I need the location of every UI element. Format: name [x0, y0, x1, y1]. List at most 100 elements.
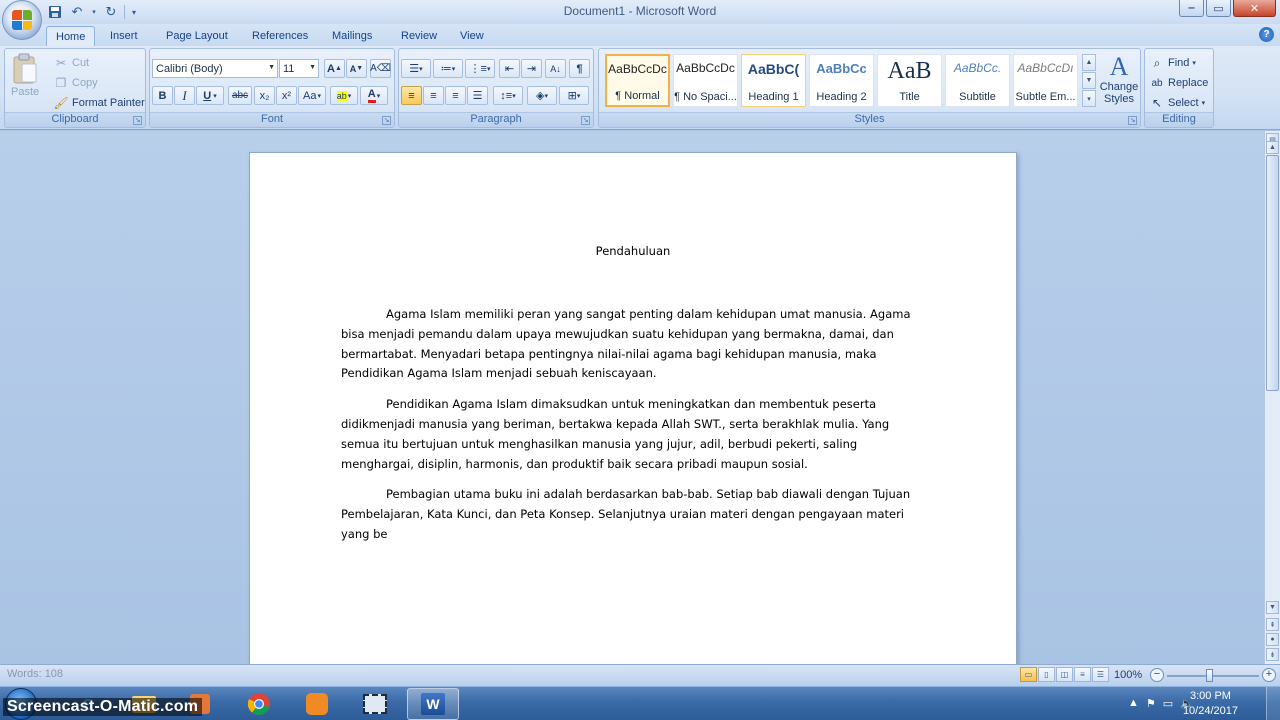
tab-review[interactable]: Review [392, 26, 446, 46]
gallery-more-icon[interactable]: ▾ [1082, 90, 1096, 107]
show-desktop-button[interactable] [1266, 687, 1280, 720]
office-button[interactable] [2, 0, 42, 40]
zoom-out-icon[interactable]: − [1150, 668, 1164, 682]
superscript-button[interactable]: x² [276, 86, 297, 105]
line-spacing-button[interactable]: ↕≡ ▾ [493, 86, 523, 105]
grow-font-button[interactable]: A ▲ [324, 59, 345, 78]
maximize-button[interactable]: ▭ [1206, 0, 1231, 17]
close-button[interactable]: ✕ [1233, 0, 1276, 17]
find-button[interactable]: ⌕ Find ▾ [1149, 55, 1196, 71]
font-color-button[interactable]: A ▾ [360, 86, 388, 105]
shading-button[interactable]: ◈ ▾ [527, 86, 557, 105]
minimize-button[interactable]: ‒ [1179, 0, 1204, 17]
paste-label: Paste [11, 86, 40, 98]
multilevel-list-button[interactable]: ⋮≡ ▾ [465, 59, 495, 78]
change-styles-button[interactable]: A Change Styles [1099, 53, 1139, 106]
align-right-button[interactable]: ≡ [445, 86, 466, 105]
zoom-level[interactable]: 100% [1114, 669, 1142, 681]
paste-button[interactable]: Paste [11, 53, 39, 98]
show-hide-button[interactable]: ¶ [569, 59, 590, 78]
scissors-icon: ✂ [55, 56, 67, 70]
bold-button[interactable]: B [152, 86, 173, 105]
gallery-down-icon[interactable]: ▼ [1082, 72, 1096, 89]
copy-button[interactable]: ❐ Copy [53, 75, 98, 91]
style-no-spacing[interactable]: AaBbCcDc ¶ No Spaci... [673, 54, 738, 107]
network-icon[interactable]: ▭ [1163, 697, 1173, 710]
font-group: Calibri (Body) ▼ 11 ▼ A ▲ A ▼ A⌫ B I U ▾ ab… [149, 48, 395, 128]
clear-formatting-button[interactable]: A⌫ [370, 59, 391, 78]
change-case-button[interactable]: Aa ▾ [298, 86, 326, 105]
draft-icon[interactable]: ☰ [1092, 667, 1109, 682]
taskbar-clock[interactable]: 3:00 PM 10/24/2017 [1183, 689, 1238, 719]
paragraph-dialog-launcher-icon[interactable]: ↘ [581, 116, 590, 125]
decrease-indent-button[interactable]: ⇤ [499, 59, 520, 78]
vertical-scrollbar[interactable]: ▤ ▲ ▼ ⇞ ● ⇟ [1264, 131, 1280, 664]
justify-button[interactable]: ☰ [467, 86, 488, 105]
tab-references[interactable]: References [243, 26, 317, 46]
zoom-slider-thumb[interactable] [1206, 669, 1214, 682]
underline-button[interactable]: U ▾ [196, 86, 224, 105]
snipping-tool-taskbar-icon[interactable] [349, 688, 401, 720]
align-center-button[interactable]: ≡ [423, 86, 444, 105]
style-normal[interactable]: AaBbCcDc ¶ Normal [605, 54, 670, 107]
next-page-icon[interactable]: ⇟ [1266, 648, 1279, 661]
styles-dialog-launcher-icon[interactable]: ↘ [1128, 116, 1137, 125]
style-title[interactable]: AaB Title [877, 54, 942, 107]
full-screen-reading-icon[interactable]: ▯ [1038, 667, 1055, 682]
sort-button[interactable]: A↓ [545, 59, 566, 78]
style-heading-1[interactable]: AaBbC( Heading 1 [741, 54, 806, 107]
font-size-combo[interactable]: 11 ▼ [279, 59, 319, 78]
strikethrough-button[interactable]: abc [228, 86, 252, 105]
tab-insert[interactable]: Insert [101, 26, 147, 46]
scrollbar-thumb[interactable] [1266, 155, 1279, 391]
change-styles-label: Change Styles [1099, 81, 1139, 105]
web-layout-icon[interactable]: ◫ [1056, 667, 1073, 682]
align-left-button[interactable]: ≡ [401, 86, 422, 105]
word-taskbar-icon[interactable]: W [407, 688, 459, 720]
document-body[interactable]: Agama Islam memiliki peran yang sangat p… [341, 305, 931, 556]
increase-indent-button[interactable]: ⇥ [521, 59, 542, 78]
subscript-button[interactable]: x₂ [254, 86, 275, 105]
font-name-combo[interactable]: Calibri (Body) ▼ [152, 59, 278, 78]
align-left-icon: ≡ [408, 89, 415, 102]
shrink-font-button[interactable]: A ▼ [346, 59, 367, 78]
borders-button[interactable]: ⊞ ▾ [559, 86, 589, 105]
document-heading[interactable]: Pendahuluan [250, 244, 1016, 258]
outline-icon[interactable]: ≡ [1074, 667, 1091, 682]
font-dialog-launcher-icon[interactable]: ↘ [382, 116, 391, 125]
document-page[interactable]: Pendahuluan Agama Islam memiliki peran y… [249, 152, 1017, 664]
previous-page-icon[interactable]: ⇞ [1266, 618, 1279, 631]
chrome-taskbar-icon[interactable] [233, 688, 285, 720]
tab-view[interactable]: View [451, 26, 493, 46]
clipboard-dialog-launcher-icon[interactable]: ↘ [133, 116, 142, 125]
highlight-button[interactable]: ab ▾ [330, 86, 358, 105]
italic-button[interactable]: I [174, 86, 195, 105]
style-name: Title [899, 91, 920, 103]
uc-browser-taskbar-icon[interactable] [291, 688, 343, 720]
style-heading-2[interactable]: AaBbCc Heading 2 [809, 54, 874, 107]
numbering-button[interactable]: ≔ ▾ [433, 59, 463, 78]
print-layout-icon[interactable]: ▭ [1020, 667, 1037, 682]
select-browse-object-icon[interactable]: ● [1266, 633, 1279, 646]
show-hidden-icons-icon[interactable]: ▲ [1128, 697, 1139, 710]
tab-home[interactable]: Home [46, 26, 96, 46]
document-paragraph[interactable]: Pendidikan Agama Islam dimaksudkan untuk… [341, 395, 931, 474]
tab-mailings[interactable]: Mailings [323, 26, 381, 46]
tab-page-layout[interactable]: Page Layout [157, 26, 237, 46]
cut-button[interactable]: ✂ Cut [53, 55, 89, 71]
format-painter-button[interactable]: 🖌 Format Painter [53, 95, 144, 111]
help-icon[interactable]: ? [1259, 27, 1274, 42]
replace-button[interactable]: ab Replace [1149, 75, 1208, 91]
word-count[interactable]: Words: 108 [7, 668, 63, 680]
scroll-up-icon[interactable]: ▲ [1266, 141, 1279, 154]
action-center-icon[interactable]: ⚑ [1146, 697, 1156, 710]
style-subtitle[interactable]: AaBbCc. Subtitle [945, 54, 1010, 107]
bullets-button[interactable]: ☰ ▾ [401, 59, 431, 78]
document-paragraph[interactable]: Pembagian utama buku ini adalah berdasar… [341, 485, 931, 544]
select-button[interactable]: ↖ Select ▾ [1149, 95, 1205, 111]
style-subtle-emphasis[interactable]: AaBbCcDı Subtle Em... [1013, 54, 1078, 107]
document-paragraph[interactable]: Agama Islam memiliki peran yang sangat p… [341, 305, 931, 384]
scroll-down-icon[interactable]: ▼ [1266, 601, 1279, 614]
gallery-up-icon[interactable]: ▲ [1082, 54, 1096, 71]
zoom-in-icon[interactable]: + [1262, 668, 1276, 682]
